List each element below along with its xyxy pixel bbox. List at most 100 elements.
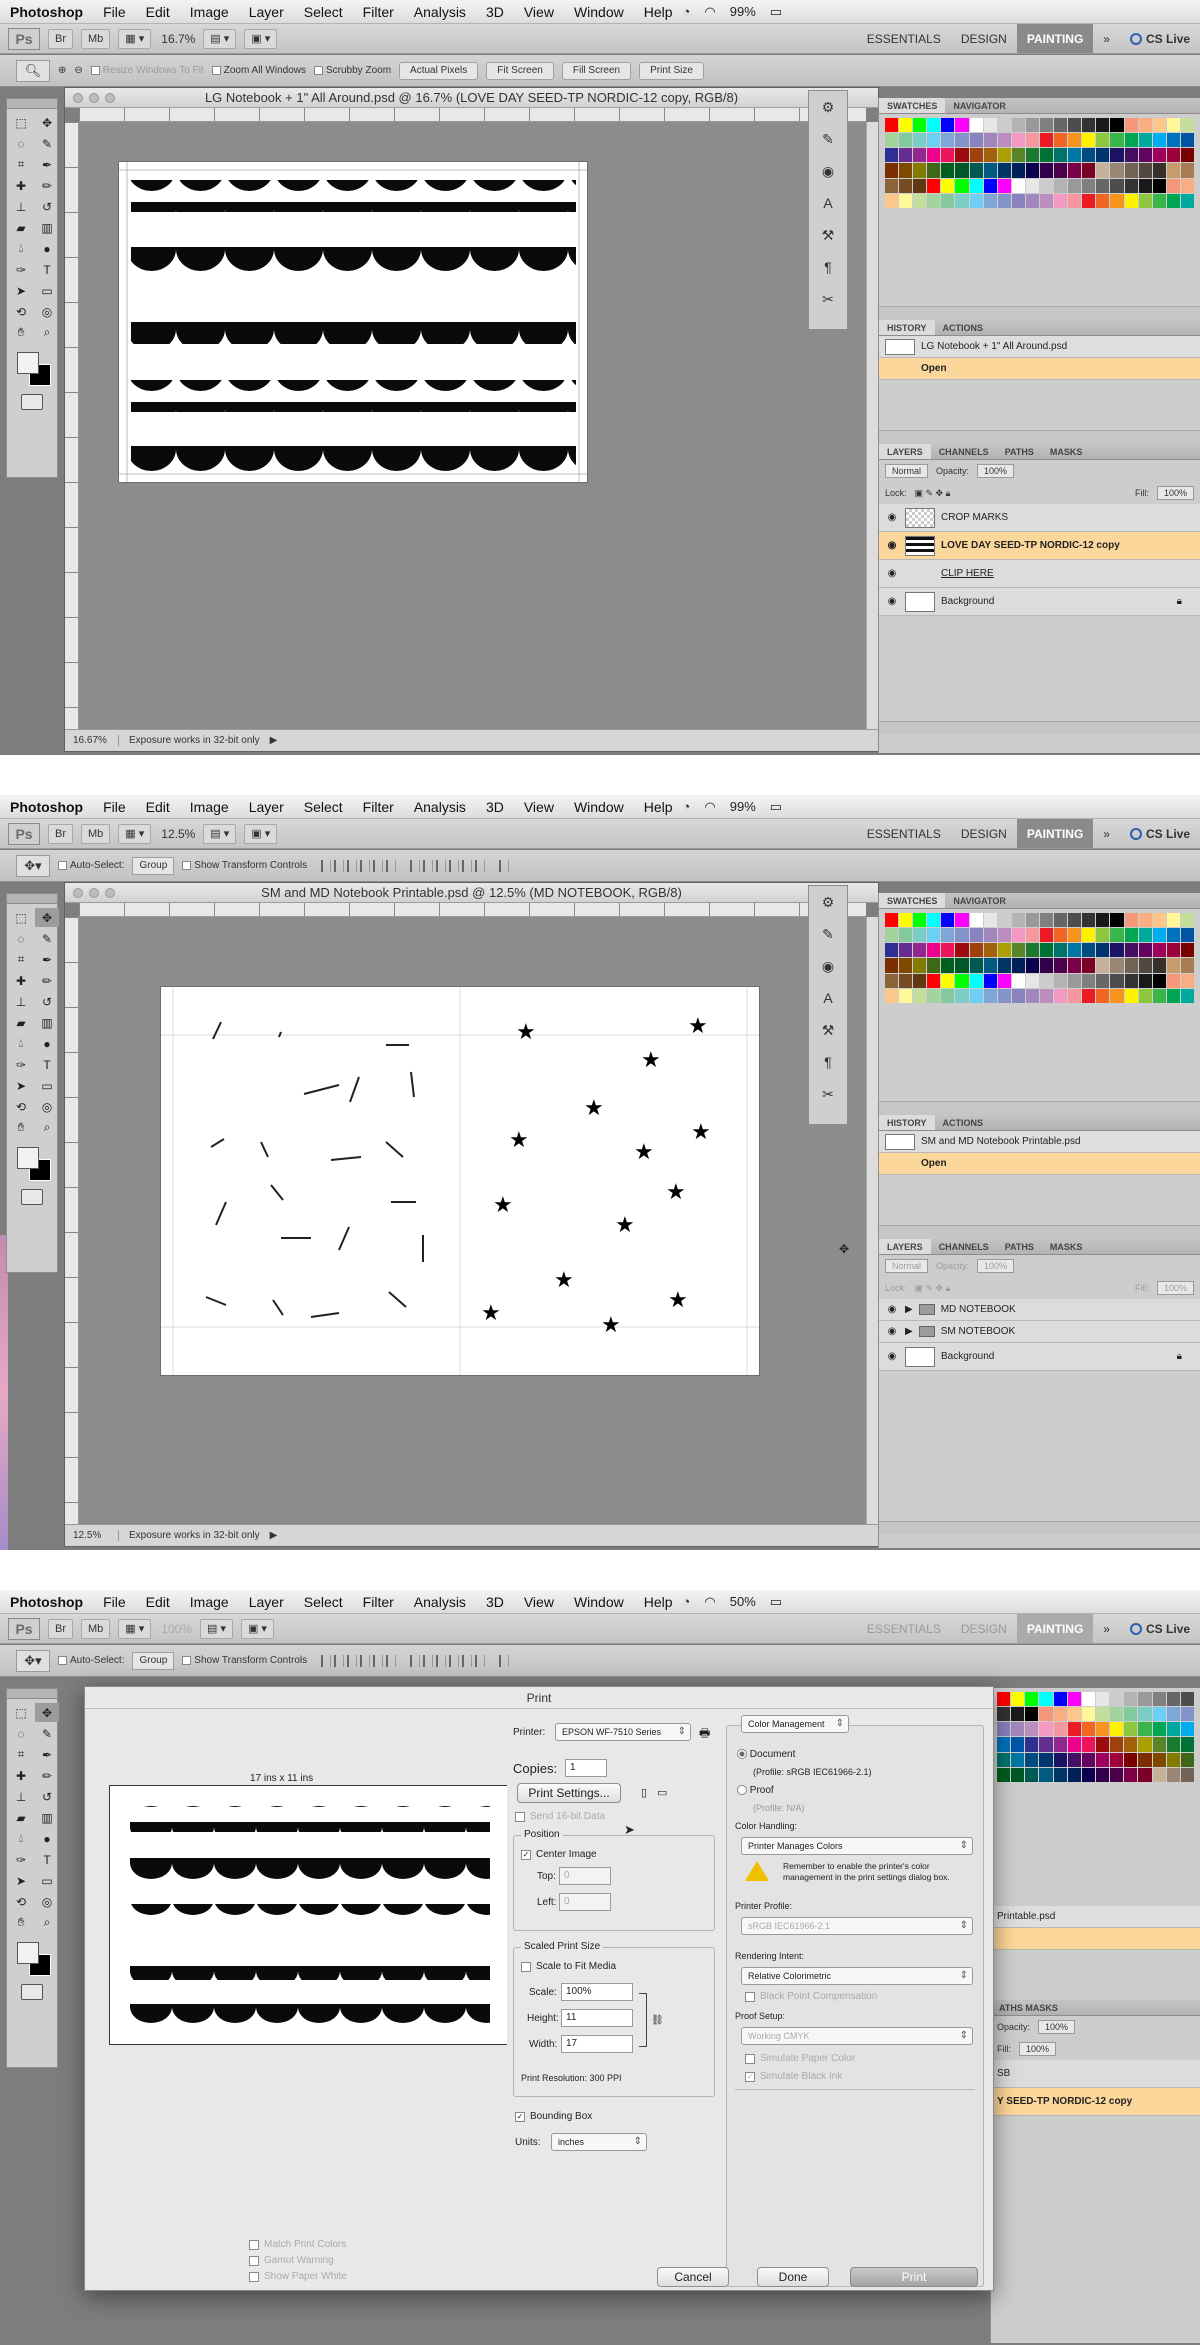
- distribute-buttons[interactable]: [410, 859, 486, 872]
- printer-select[interactable]: EPSON WF-7510 Series: [555, 1723, 691, 1741]
- color-swatch[interactable]: [1025, 1707, 1039, 1722]
- color-swatch[interactable]: [899, 133, 913, 148]
- tab-history[interactable]: HISTORY: [879, 1115, 935, 1130]
- height-input[interactable]: 11: [561, 2009, 633, 2027]
- color-swatch[interactable]: [1138, 928, 1152, 943]
- color-swatch[interactable]: [1011, 973, 1025, 988]
- align-buttons[interactable]: [321, 859, 397, 872]
- color-swatch[interactable]: [1053, 1707, 1067, 1722]
- menu-image[interactable]: Image: [180, 4, 239, 20]
- color-swatch[interactable]: [1068, 928, 1082, 943]
- color-swatch[interactable]: [1039, 973, 1054, 988]
- color-swatch[interactable]: [1039, 1752, 1053, 1767]
- brush-tool-icon[interactable]: ✏: [35, 1766, 59, 1785]
- quick-mask-icon[interactable]: [21, 1984, 43, 2000]
- color-swatch[interactable]: [885, 193, 899, 208]
- units-select[interactable]: inches: [551, 2133, 647, 2151]
- color-swatch[interactable]: [885, 928, 899, 943]
- stamp-tool-icon[interactable]: ⊥: [9, 197, 33, 216]
- color-swatch[interactable]: [1096, 1767, 1110, 1782]
- menu-view[interactable]: View: [514, 799, 564, 815]
- workspace-essentials[interactable]: ESSENTIALS: [857, 827, 951, 841]
- color-swatch[interactable]: [913, 118, 927, 133]
- tab-layers[interactable]: LAYERS: [879, 444, 931, 459]
- color-swatch[interactable]: [1166, 988, 1180, 1003]
- path-select-tool-icon[interactable]: ➤: [9, 281, 33, 300]
- color-swatch[interactable]: [1011, 1707, 1025, 1722]
- color-swatch[interactable]: [1025, 973, 1039, 988]
- color-swatch[interactable]: [1124, 1767, 1138, 1782]
- minimize-window-icon[interactable]: [89, 93, 99, 103]
- color-swatch[interactable]: [1096, 928, 1110, 943]
- printer-profile-select[interactable]: sRGB IEC61966-2.1: [741, 1917, 973, 1935]
- color-swatch[interactable]: [913, 133, 927, 148]
- color-swatch[interactable]: [885, 973, 899, 988]
- color-swatch[interactable]: [1025, 1722, 1039, 1737]
- color-swatch[interactable]: [1124, 133, 1138, 148]
- color-swatch[interactable]: [1054, 178, 1068, 193]
- color-swatch[interactable]: [1039, 163, 1054, 178]
- color-swatch[interactable]: [1180, 133, 1194, 148]
- color-swatch[interactable]: [1054, 118, 1068, 133]
- zoom-window-icon[interactable]: [105, 93, 115, 103]
- auto-align-button[interactable]: [499, 859, 510, 872]
- paragraph-icon[interactable]: ¶: [809, 1046, 847, 1078]
- minibridge-button[interactable]: Mb: [81, 28, 111, 49]
- zoom-level[interactable]: 16.7%: [161, 32, 195, 46]
- cs-live-button[interactable]: CS Live: [1146, 1622, 1190, 1636]
- eraser-tool-icon[interactable]: ▰: [9, 218, 33, 237]
- cancel-button[interactable]: Cancel: [657, 2267, 729, 2287]
- color-swatch[interactable]: [927, 148, 941, 163]
- swatches-grid[interactable]: [885, 913, 1194, 1003]
- top-input[interactable]: 0: [559, 1867, 611, 1885]
- color-swatch[interactable]: [885, 943, 899, 958]
- color-swatch[interactable]: [1152, 1707, 1166, 1722]
- minibridge-button[interactable]: Mb: [81, 1618, 111, 1639]
- marquee-tool-icon[interactable]: ⬚: [9, 113, 33, 132]
- color-swatch[interactable]: [969, 973, 983, 988]
- color-swatch[interactable]: [1011, 1692, 1025, 1707]
- close-window-icon[interactable]: [73, 888, 83, 898]
- color-swatch[interactable]: [969, 988, 983, 1003]
- color-swatch[interactable]: [1082, 913, 1096, 928]
- landscape-orientation-icon[interactable]: ▭: [657, 1786, 667, 1799]
- color-swatch[interactable]: [885, 958, 899, 973]
- hand-tool-icon[interactable]: ✋︎: [9, 323, 33, 342]
- color-swatch[interactable]: [1039, 133, 1054, 148]
- color-swatch[interactable]: [1110, 943, 1124, 958]
- color-swatch[interactable]: [1152, 1692, 1166, 1707]
- menu-3d[interactable]: 3D: [476, 1594, 514, 1610]
- zoom-tool-icon[interactable]: ⌕: [35, 323, 59, 342]
- workspace-design[interactable]: DESIGN: [951, 1622, 1017, 1636]
- gamut-warning-checkbox[interactable]: [249, 2255, 259, 2266]
- done-button[interactable]: Done: [757, 2267, 829, 2287]
- zoom-tool-icon[interactable]: ⌕: [35, 1913, 59, 1932]
- color-swatch[interactable]: [1180, 148, 1194, 163]
- tool-presets-icon[interactable]: ⚒: [809, 1014, 847, 1046]
- color-swatch[interactable]: [1068, 988, 1082, 1003]
- color-swatch[interactable]: [899, 973, 913, 988]
- color-swatch[interactable]: [1124, 958, 1138, 973]
- wifi-icon[interactable]: ◠: [704, 799, 715, 815]
- tab-actions[interactable]: ACTIONS: [935, 320, 992, 335]
- color-swatch[interactable]: [899, 928, 913, 943]
- color-swatch[interactable]: [927, 943, 941, 958]
- brush-presets-icon[interactable]: ⚙: [809, 91, 847, 123]
- color-swatch[interactable]: [1138, 193, 1152, 208]
- horizontal-ruler[interactable]: [79, 903, 866, 917]
- color-swatch[interactable]: [1152, 913, 1166, 928]
- color-swatch[interactable]: [1138, 913, 1152, 928]
- quick-mask-icon[interactable]: [21, 1189, 43, 1205]
- color-swatch[interactable]: [955, 973, 969, 988]
- tools-panel-header[interactable]: [7, 99, 57, 109]
- layer-row[interactable]: ◉ CROP MARKS: [879, 504, 1200, 532]
- color-swatch[interactable]: [997, 178, 1011, 193]
- actual-pixels-button[interactable]: Actual Pixels: [399, 61, 479, 80]
- tab-masks[interactable]: MASKS: [1042, 444, 1091, 459]
- time-machine-icon[interactable]: ◔: [683, 799, 691, 814]
- opacity-input[interactable]: 100%: [977, 1259, 1015, 1273]
- scale-to-fit-checkbox[interactable]: [521, 1961, 531, 1972]
- color-swatch[interactable]: [1110, 1707, 1124, 1722]
- color-swatch[interactable]: [1180, 1737, 1194, 1752]
- color-swatch[interactable]: [1039, 118, 1054, 133]
